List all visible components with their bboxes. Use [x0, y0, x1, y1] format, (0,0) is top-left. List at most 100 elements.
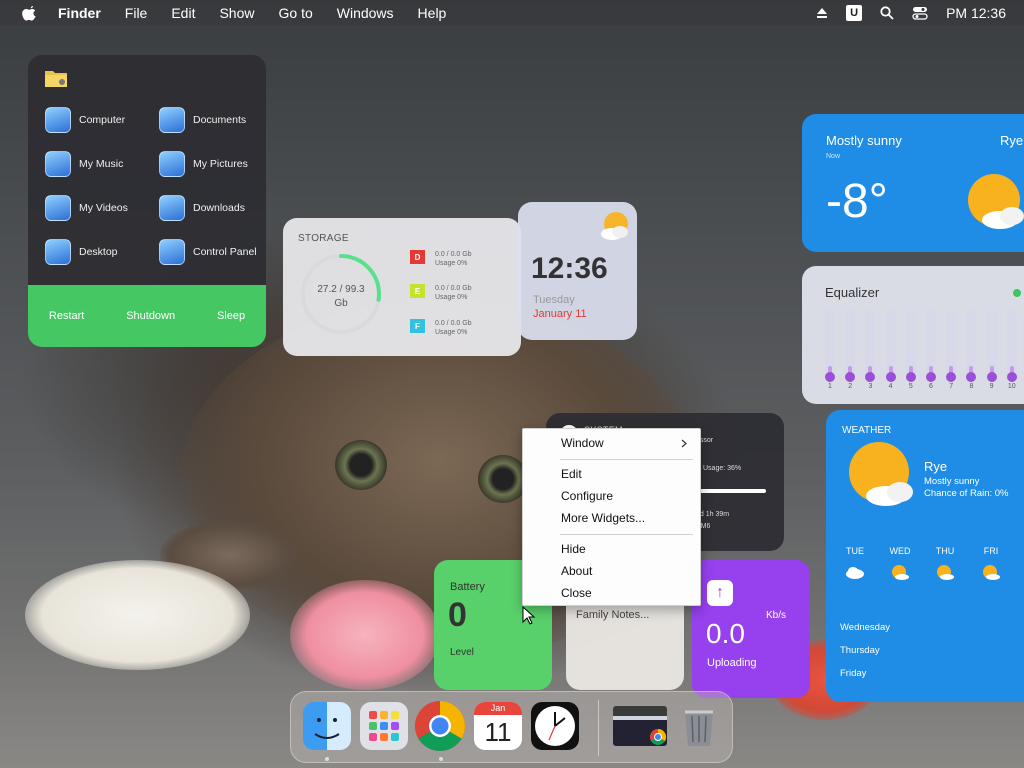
- equalizer-slider[interactable]: 1: [825, 310, 835, 390]
- storage-widget[interactable]: STORAGE 27.2 / 99.3 Gb D 0.0 / 0.0 Gb Usa…: [283, 218, 521, 356]
- forecast-day: WED: [885, 546, 915, 582]
- slider-knob[interactable]: [845, 372, 856, 382]
- equalizer-slider[interactable]: 4: [885, 310, 896, 390]
- equalizer-slider[interactable]: 2: [845, 310, 856, 390]
- folder-icon[interactable]: [44, 68, 68, 88]
- place-desktop[interactable]: Desktop: [45, 239, 118, 265]
- clock-day: Tuesday: [533, 294, 575, 306]
- chrome-window-thumbnail[interactable]: [613, 706, 667, 746]
- menu-item-edit[interactable]: Edit: [561, 467, 582, 481]
- menu-item-hide[interactable]: Hide: [561, 542, 586, 556]
- menu-show[interactable]: Show: [219, 5, 254, 21]
- slider-knob[interactable]: [865, 372, 876, 382]
- calendar-icon[interactable]: Jan 11: [474, 702, 522, 750]
- eject-icon[interactable]: [816, 7, 828, 19]
- menu-item-more-widgets[interactable]: More Widgets...: [561, 511, 645, 525]
- equalizer-slider[interactable]: 10: [1006, 310, 1017, 390]
- place-label: My Videos: [79, 202, 128, 214]
- drive-f[interactable]: F 0.0 / 0.0 Gb Usage 0%: [410, 319, 472, 337]
- menu-item-configure[interactable]: Configure: [561, 489, 613, 503]
- shutdown-button[interactable]: Shutdown: [126, 310, 175, 322]
- clock-date: January 11: [533, 308, 587, 320]
- menu-item-about[interactable]: About: [561, 564, 592, 578]
- weather-title: WEATHER: [842, 425, 892, 436]
- slider-knob[interactable]: [1006, 372, 1017, 382]
- place-downloads[interactable]: Downloads: [159, 195, 245, 221]
- menu-edit[interactable]: Edit: [171, 5, 195, 21]
- computer-icon: [45, 107, 71, 133]
- chrome-icon[interactable]: [415, 701, 465, 751]
- system-usage: U Usage: 36%: [696, 465, 742, 472]
- menu-windows[interactable]: Windows: [337, 5, 394, 21]
- clock-icon[interactable]: [531, 702, 579, 750]
- launchpad-icon[interactable]: [360, 702, 408, 750]
- forecast-day-label: FRI: [983, 546, 999, 556]
- search-icon[interactable]: [880, 5, 894, 20]
- calendar-month: Jan: [474, 702, 522, 715]
- control-center-icon[interactable]: [912, 6, 928, 20]
- sun-cloud-icon: [892, 565, 909, 580]
- documents-icon: [159, 107, 185, 133]
- band-label: 1: [828, 383, 832, 390]
- equalizer-slider[interactable]: 9: [986, 310, 997, 390]
- menu-item-close[interactable]: Close: [561, 586, 592, 600]
- slider-knob[interactable]: [966, 372, 977, 382]
- place-my-music[interactable]: My Music: [45, 151, 123, 177]
- place-documents[interactable]: Documents: [159, 107, 246, 133]
- place-computer[interactable]: Computer: [45, 107, 125, 133]
- menu-finder[interactable]: Finder: [58, 5, 101, 21]
- slider-knob[interactable]: [926, 372, 936, 382]
- place-control-panel[interactable]: Control Panel: [159, 239, 257, 265]
- drive-d[interactable]: D 0.0 / 0.0 Gb Usage 0%: [410, 250, 472, 268]
- drive-size: 0.0 / 0.0 Gb: [435, 285, 472, 292]
- place-label: Downloads: [193, 202, 245, 214]
- menubar-clock[interactable]: PM 12:36: [946, 5, 1006, 21]
- slider-knob[interactable]: [905, 372, 916, 382]
- drive-size: 0.0 / 0.0 Gb: [435, 320, 472, 327]
- music-icon: [45, 151, 71, 177]
- chrome-running-indicator: [439, 757, 443, 761]
- upload-value: 0.0: [706, 618, 745, 649]
- menu-item-window[interactable]: Window: [561, 436, 604, 450]
- forecast-wednesday: Wednesday: [840, 622, 890, 633]
- sleep-button[interactable]: Sleep: [217, 310, 245, 322]
- place-my-pictures[interactable]: My Pictures: [159, 151, 248, 177]
- drive-e[interactable]: E 0.0 / 0.0 Gb Usage 0%: [410, 284, 472, 302]
- equalizer-slider[interactable]: 6: [926, 310, 936, 390]
- place-label: Documents: [193, 114, 247, 126]
- weather-now-widget[interactable]: Mostly sunny Rye Now -8°: [802, 114, 1024, 252]
- apple-logo-icon[interactable]: [22, 5, 38, 21]
- equalizer-slider[interactable]: 7: [946, 310, 957, 390]
- slider-knob[interactable]: [885, 372, 896, 382]
- family-notes-label: Family Notes...: [576, 609, 650, 621]
- menu-file[interactable]: File: [125, 5, 148, 21]
- menu-go-to[interactable]: Go to: [279, 5, 313, 21]
- forecast-day-label: WED: [889, 546, 911, 556]
- weather-forecast-widget[interactable]: WEATHER Rye Mostly sunny Chance of Rain:…: [826, 410, 1024, 702]
- forecast-day-label: TUE: [846, 546, 864, 556]
- equalizer-slider[interactable]: 3: [865, 310, 876, 390]
- equalizer-slider[interactable]: 8: [966, 310, 977, 390]
- equalizer-slider[interactable]: 5: [905, 310, 916, 390]
- restart-button[interactable]: Restart: [49, 310, 84, 322]
- drive-letter-badge: F: [410, 319, 425, 333]
- system-usage-bar: [696, 489, 766, 493]
- slider-knob[interactable]: [825, 372, 835, 382]
- menu-help[interactable]: Help: [418, 5, 447, 21]
- upload-widget[interactable]: ↑ Kb/s 0.0 Uploading: [692, 560, 810, 698]
- place-label: Computer: [79, 114, 126, 126]
- slider-knob[interactable]: [946, 372, 957, 382]
- slider-knob[interactable]: [986, 372, 997, 382]
- weather-location: Rye: [1000, 133, 1024, 148]
- trash-icon[interactable]: [675, 702, 723, 750]
- finder-icon[interactable]: [303, 702, 351, 750]
- u-status-icon[interactable]: U: [846, 4, 863, 21]
- clock-widget[interactable]: 12:36 Tuesday January 11: [518, 202, 637, 340]
- dock-separator: [598, 700, 599, 756]
- band-label: 3: [868, 383, 873, 390]
- videos-icon: [45, 195, 71, 221]
- weather-city: Rye: [924, 459, 948, 474]
- menu-separator: [560, 459, 693, 460]
- place-my-videos[interactable]: My Videos: [45, 195, 128, 221]
- menu-separator: [560, 534, 693, 535]
